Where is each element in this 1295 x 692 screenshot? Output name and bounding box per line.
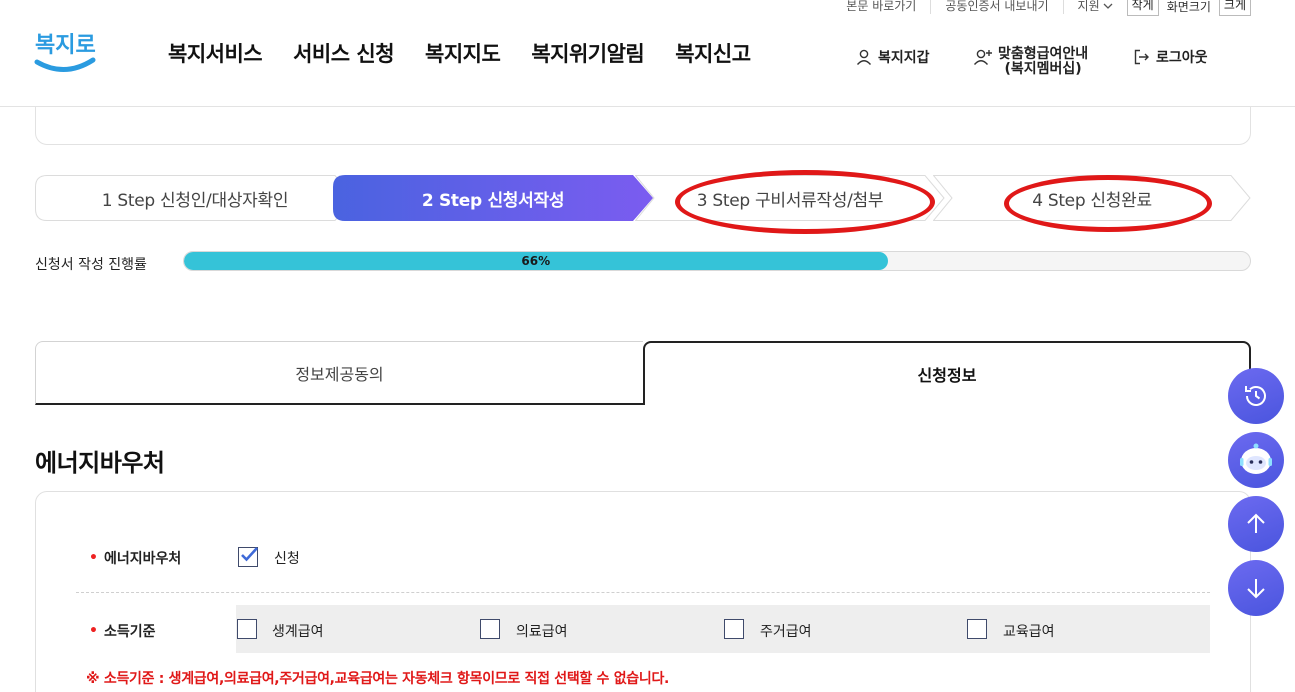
chevron-down-icon (1103, 3, 1113, 9)
income-checkbox-education[interactable] (967, 619, 987, 639)
income-standard-label: • 소득기준 (89, 621, 155, 641)
step-3: 3 Step 구비서류작성/첨부 (635, 175, 945, 221)
arrow-up-icon (1247, 513, 1265, 533)
income-options-area (236, 605, 1210, 653)
nav-welfare-service[interactable]: 복지서비스 (168, 38, 263, 68)
logout-icon (1134, 49, 1149, 65)
section-title: 에너지바우처 (35, 449, 165, 477)
support-label: 지원 (1077, 0, 1100, 13)
income-checkbox-livelihood[interactable] (237, 619, 257, 639)
income-option-medical: 의료급여 (516, 624, 568, 640)
step-1: 1 Step 신청인/대상자확인 (35, 175, 355, 221)
step-4-label: 4 Step 신청완료 (1032, 190, 1152, 211)
nav-crisis-alert[interactable]: 복지위기알림 (531, 38, 644, 68)
income-checkbox-medical[interactable] (480, 619, 500, 639)
income-standard-label-text: 소득기준 (103, 624, 156, 640)
font-small-button[interactable]: 작게 (1126, 0, 1159, 16)
energy-voucher-label: • 에너지바우처 (89, 548, 181, 568)
nav-welfare-map[interactable]: 복지지도 (425, 38, 501, 68)
scroll-top-button[interactable] (1228, 496, 1284, 552)
income-option-education: 교육급여 (1003, 624, 1055, 640)
user-icon (856, 49, 872, 65)
check-icon (241, 547, 258, 562)
voucher-apply-label: 신청 (274, 551, 300, 567)
scroll-bottom-button[interactable] (1228, 560, 1284, 616)
cert-export-link[interactable]: 공동인증서 내보내기 (931, 0, 1064, 14)
site-logo[interactable]: 복지로 (33, 26, 97, 78)
required-dot: • (89, 550, 98, 566)
progress-value: 66% (521, 254, 551, 268)
custom-benefit-link[interactable]: 맞춤형급여안내 (복지멤버십) (973, 47, 1088, 77)
arrow-down-icon (1247, 579, 1265, 599)
tab-application-info-label: 신청정보 (917, 366, 977, 385)
tab-application-info[interactable]: 신청정보 (643, 341, 1251, 405)
row-divider (76, 592, 1210, 593)
font-big-button[interactable]: 크게 (1218, 0, 1251, 16)
income-option-housing: 주거급여 (760, 624, 812, 640)
chatbot-icon (1240, 443, 1272, 474)
user-nav: 복지지갑 맞춤형급여안내 (복지멤버십) 로그아웃 (855, 45, 1295, 85)
income-option-livelihood: 생계급여 (272, 624, 324, 640)
logout-link[interactable]: 로그아웃 (1133, 47, 1208, 67)
step-2-label: 2 Step 신청서작성 (421, 190, 565, 211)
support-menu[interactable]: 지원 (1064, 0, 1127, 14)
custom-benefit-line1: 맞춤형급여안내 (998, 46, 1089, 62)
income-checkbox-housing[interactable] (724, 619, 744, 639)
site-header: 본문 바로가기 공동인증서 내보내기 지원 작게 화면크기 크게 복지로 복지서… (0, 0, 1295, 107)
progress-fill: 66% (184, 252, 888, 270)
step-3-label: 3 Step 구비서류작성/첨부 (696, 190, 884, 211)
required-dot: • (89, 623, 98, 639)
step-4: 4 Step 신청완료 (933, 175, 1251, 221)
step-2-active: 2 Step 신청서작성 (333, 175, 653, 221)
custom-benefit-line2: (복지멤버십) (1004, 61, 1082, 77)
nav-service-apply[interactable]: 서비스 신청 (293, 38, 394, 68)
skip-to-content-link[interactable]: 본문 바로가기 (832, 0, 932, 14)
progress-bar: 66% (183, 251, 1251, 271)
history-icon (1245, 386, 1266, 406)
income-notice: ※ 소득기준 : 생계급여,의료급여,주거급여,교육급여는 자동체크 항목이므로… (86, 671, 670, 687)
chatbot-button[interactable] (1228, 432, 1284, 488)
logout-label: 로그아웃 (1156, 50, 1208, 66)
font-size-label: 화면크기 (1166, 0, 1211, 14)
logo-mark: 복지로 (34, 33, 96, 72)
voucher-apply-checkbox[interactable] (238, 547, 258, 567)
progress-label: 신청서 작성 진행률 (35, 257, 147, 273)
custom-benefit-label: 맞춤형급여안내 (복지멤버십) (998, 47, 1088, 77)
wallet-label: 복지지갑 (878, 50, 930, 66)
recent-history-button[interactable] (1228, 368, 1284, 424)
nav-welfare-report[interactable]: 복지신고 (675, 38, 751, 68)
tab-info-consent[interactable]: 정보제공동의 (35, 341, 643, 405)
main-nav: 복지서비스 서비스 신청 복지지도 복지위기알림 복지신고 (168, 38, 751, 68)
tab-info-consent-label: 정보제공동의 (295, 364, 384, 384)
user-add-icon (973, 49, 992, 65)
wallet-link[interactable]: 복지지갑 (855, 47, 930, 67)
utility-bar: 본문 바로가기 공동인증서 내보내기 지원 작게 화면크기 크게 (832, 0, 1251, 16)
energy-voucher-label-text: 에너지바우처 (103, 551, 182, 567)
svg-text:복지로: 복지로 (35, 33, 96, 58)
step-indicator: 1 Step 신청인/대상자확인 3 Step 구비서류작성/첨부 4 Step… (35, 175, 1251, 221)
step-1-label: 1 Step 신청인/대상자확인 (101, 190, 289, 211)
